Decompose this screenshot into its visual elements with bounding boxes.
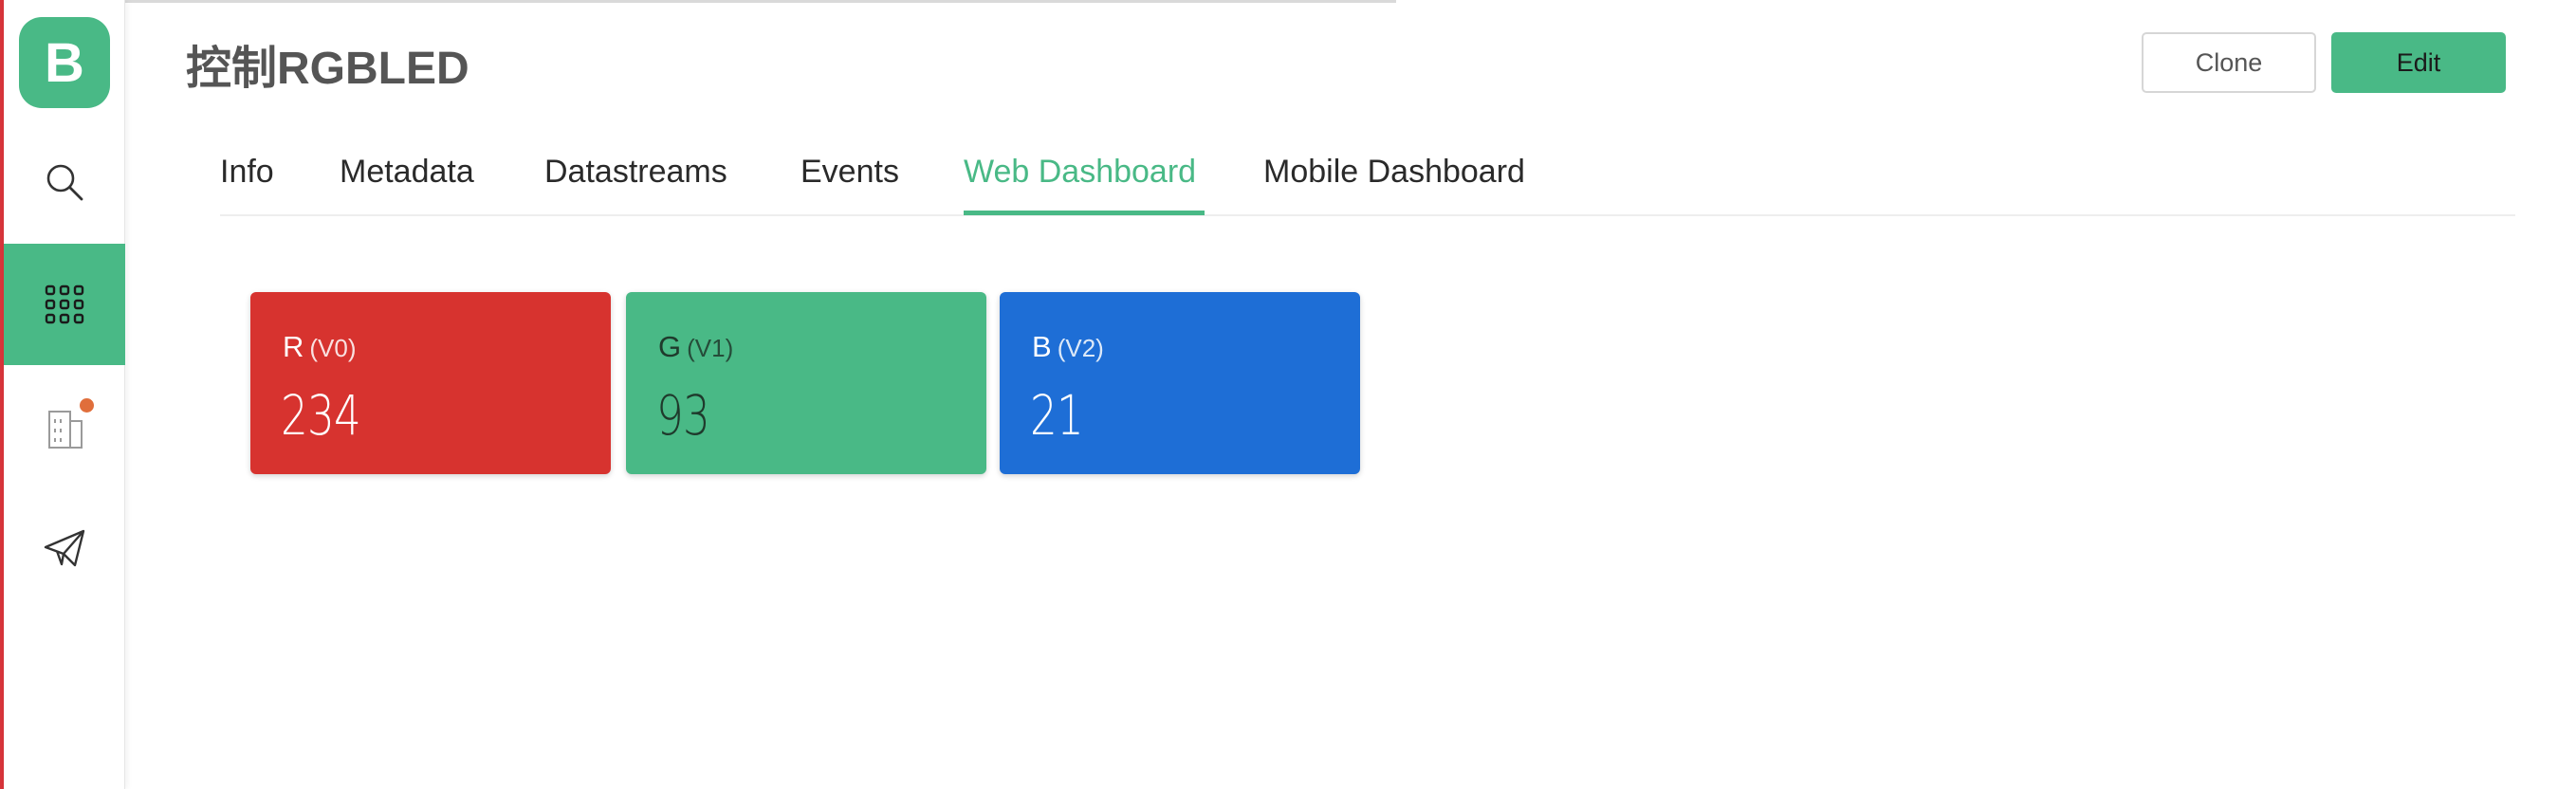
clone-button[interactable]: Clone — [2142, 32, 2316, 93]
widget-r[interactable]: R (V0) 234 — [250, 292, 611, 474]
page-title: 控制RGBLED — [186, 44, 469, 94]
widget-g[interactable]: G (V1) 93 — [626, 292, 986, 474]
widget-name: G — [658, 330, 682, 363]
widget-title: G (V1) — [658, 330, 733, 364]
grid-icon — [45, 284, 84, 324]
notification-badge — [80, 398, 94, 413]
active-tab-indicator — [964, 211, 1205, 215]
top-divider — [125, 0, 1396, 3]
widget-pin: (V1) — [687, 334, 734, 362]
search-icon — [46, 164, 83, 201]
widget-pin: (V2) — [1057, 334, 1104, 362]
widget-name: B — [1032, 330, 1052, 363]
edit-button[interactable]: Edit — [2331, 32, 2506, 93]
widget-pin: (V0) — [309, 334, 357, 362]
tab-bar: Info Metadata Datastreams Events Web Das… — [220, 142, 2515, 216]
sidebar: B — [4, 0, 125, 789]
tab-mobile-dashboard[interactable]: Mobile Dashboard — [1263, 154, 1525, 191]
tab-metadata[interactable]: Metadata — [340, 154, 474, 191]
tab-events[interactable]: Events — [800, 154, 899, 191]
send-icon — [44, 529, 85, 567]
tab-datastreams[interactable]: Datastreams — [544, 154, 727, 191]
sidebar-item-dashboards[interactable] — [4, 244, 125, 365]
sidebar-item-search[interactable] — [4, 121, 125, 243]
widget-b[interactable]: B (V2) 21 — [1000, 292, 1360, 474]
widget-title: R (V0) — [283, 330, 357, 364]
sidebar-item-send[interactable] — [4, 487, 125, 609]
widget-value: 93 — [656, 383, 710, 448]
page: B 控制RGBLED Clone Edit Info Metadata Data… — [0, 0, 2576, 789]
tab-web-dashboard[interactable]: Web Dashboard — [964, 154, 1196, 191]
widget-title: B (V2) — [1032, 330, 1104, 364]
tab-info[interactable]: Info — [220, 154, 274, 191]
sidebar-item-organization[interactable] — [4, 366, 125, 487]
widget-name: R — [283, 330, 304, 363]
widget-value: 234 — [281, 383, 361, 448]
app-logo[interactable]: B — [19, 17, 110, 108]
organization-icon — [48, 411, 83, 449]
widget-value: 21 — [1030, 383, 1084, 448]
